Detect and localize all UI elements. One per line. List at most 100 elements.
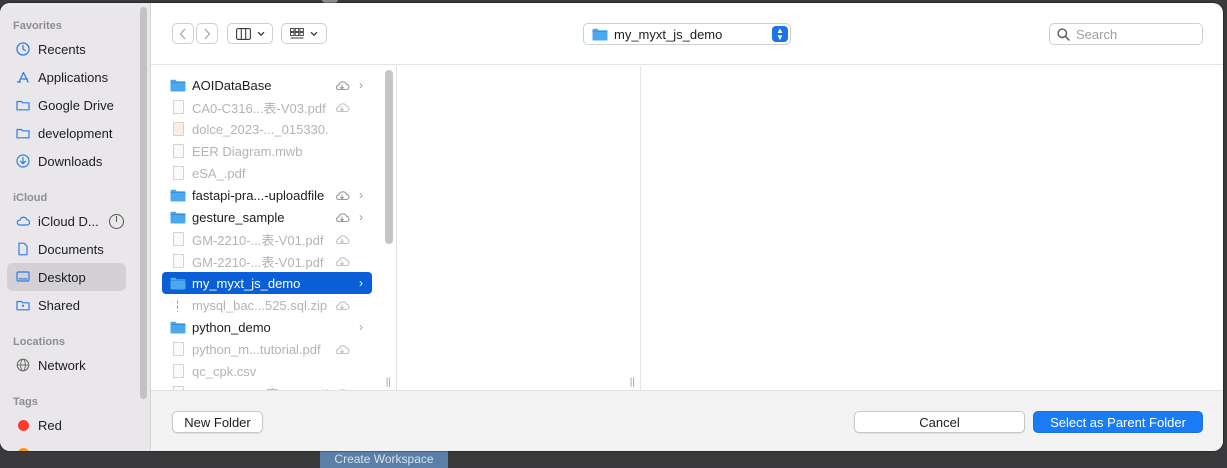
folder-icon bbox=[170, 277, 186, 290]
group-by-button[interactable] bbox=[281, 23, 327, 44]
file-icon bbox=[170, 100, 186, 114]
sidebar-item-documents[interactable]: Documents bbox=[7, 235, 126, 263]
file-name: GM-2210-...表-V01.pdf bbox=[192, 254, 324, 270]
search-input[interactable] bbox=[1076, 26, 1194, 42]
sidebar-section-locations: Locations bbox=[13, 336, 65, 348]
back-button[interactable] bbox=[172, 23, 194, 44]
sidebar-item-shared[interactable]: Shared bbox=[7, 291, 126, 319]
file-name: mysql_bac...525.sql.zip bbox=[192, 297, 328, 313]
sidebar-item-label: iCloud D... bbox=[38, 213, 99, 229]
desktop-icon bbox=[16, 270, 30, 284]
cloud-download-icon[interactable] bbox=[334, 211, 350, 223]
sidebar-item-icloud-drive[interactable]: iCloud D... bbox=[7, 207, 126, 235]
file-name: GM-2210-...表-V01.pdf bbox=[192, 232, 324, 248]
cloud-download-icon[interactable] bbox=[334, 79, 350, 91]
dialog-footer: New Folder Cancel Select as Parent Folde… bbox=[151, 390, 1223, 451]
clock-icon bbox=[16, 42, 30, 56]
sidebar-item-tag-red[interactable]: Red bbox=[7, 411, 126, 439]
file-row[interactable]: EER Diagram.mwb bbox=[162, 140, 372, 162]
folder-icon bbox=[16, 98, 30, 112]
file-name: CA0-C316...表-V03.pdf bbox=[192, 100, 326, 116]
file-row[interactable]: python_m...tutorial.pdf bbox=[162, 338, 372, 360]
chevron-left-icon bbox=[179, 28, 186, 39]
folder-icon bbox=[170, 79, 186, 92]
chevron-right-icon bbox=[204, 28, 211, 39]
cloud-download-icon[interactable] bbox=[334, 255, 350, 267]
sidebar-item-tag-next[interactable] bbox=[7, 439, 126, 451]
folder-icon bbox=[170, 321, 186, 334]
file-name: python_m...tutorial.pdf bbox=[192, 341, 321, 357]
sidebar-item-label: Applications bbox=[38, 69, 109, 85]
sidebar: Favorites Recents Applications Google Dr… bbox=[0, 3, 151, 451]
file-row[interactable]: GM-2210-...表-V01.pdf bbox=[162, 228, 372, 250]
toolbar: my_myxt_js_demo ▲ ▼ bbox=[151, 3, 1223, 65]
cloud-icon bbox=[16, 214, 30, 228]
sidebar-item-recents[interactable]: Recents bbox=[7, 35, 126, 63]
sidebar-item-desktop[interactable]: Desktop bbox=[7, 263, 126, 291]
search-field[interactable] bbox=[1049, 23, 1203, 45]
file-row[interactable]: fastapi-pra...-uploadfile › bbox=[162, 184, 372, 206]
folder-icon bbox=[592, 28, 608, 40]
folder-icon bbox=[170, 211, 186, 224]
browser-column-1: AOIDataBase › CA0-C316...表-V03.pdf dolce_20… bbox=[151, 66, 397, 402]
file-row[interactable]: qc_cpk.csv bbox=[162, 360, 372, 382]
chevron-right-icon: › bbox=[359, 320, 363, 334]
file-icon bbox=[170, 122, 186, 136]
file-row[interactable]: eSA_.pdf bbox=[162, 162, 372, 184]
sidebar-item-downloads[interactable]: Downloads bbox=[7, 147, 126, 175]
file-row[interactable]: gesture_sample › bbox=[162, 206, 372, 228]
globe-icon bbox=[16, 358, 30, 372]
new-folder-button[interactable]: New Folder bbox=[172, 411, 263, 433]
search-icon bbox=[1057, 27, 1070, 41]
forward-button[interactable] bbox=[196, 23, 218, 44]
cloud-download-icon[interactable] bbox=[334, 233, 350, 245]
chevron-right-icon: › bbox=[359, 210, 363, 224]
location-popup-button[interactable]: my_myxt_js_demo ▲ ▼ bbox=[583, 23, 791, 45]
chevron-right-icon: › bbox=[359, 188, 363, 202]
file-name: EER Diagram.mwb bbox=[192, 143, 303, 159]
document-icon bbox=[16, 242, 30, 256]
sidebar-item-applications[interactable]: Applications bbox=[7, 63, 126, 91]
download-icon bbox=[16, 154, 30, 168]
sync-progress-icon bbox=[108, 213, 124, 229]
sidebar-section-icloud: iCloud bbox=[13, 192, 48, 204]
sidebar-item-label: Recents bbox=[38, 41, 86, 57]
column-resize-handle[interactable]: || bbox=[386, 377, 391, 388]
select-parent-folder-button[interactable]: Select as Parent Folder bbox=[1033, 411, 1203, 433]
sidebar-item-development[interactable]: development bbox=[7, 119, 126, 147]
sidebar-item-network[interactable]: Network bbox=[7, 351, 126, 379]
column-resize-handle[interactable]: || bbox=[630, 377, 635, 388]
file-row[interactable]: my_myxt_js_demo › bbox=[162, 272, 372, 294]
cloud-download-icon[interactable] bbox=[334, 343, 350, 355]
cancel-button[interactable]: Cancel bbox=[854, 411, 1025, 433]
chevron-down-icon bbox=[257, 31, 264, 36]
view-mode-button[interactable] bbox=[227, 23, 273, 44]
applications-icon bbox=[16, 70, 30, 84]
chevron-right-icon: › bbox=[359, 276, 363, 290]
cloud-download-icon[interactable] bbox=[334, 101, 350, 113]
column-scrollbar[interactable] bbox=[385, 70, 393, 244]
cloud-download-icon[interactable] bbox=[334, 189, 350, 201]
popup-stepper-icon: ▲ ▼ bbox=[772, 26, 788, 42]
file-row[interactable]: python_demo › bbox=[162, 316, 372, 338]
file-name: python_demo bbox=[192, 319, 271, 335]
file-name: AOIDataBase bbox=[192, 77, 272, 93]
file-name: gesture_sample bbox=[192, 209, 285, 225]
file-name: dolce_2023-..._015330.sql bbox=[192, 121, 328, 137]
orange-tag-icon bbox=[16, 446, 30, 451]
file-icon bbox=[170, 364, 186, 378]
red-tag-icon bbox=[16, 418, 30, 432]
grid-icon bbox=[290, 27, 304, 38]
file-name: fastapi-pra...-uploadfile bbox=[192, 187, 325, 203]
sidebar-item-label: Red bbox=[38, 417, 62, 433]
file-row[interactable]: mysql_bac...525.sql.zip bbox=[162, 294, 372, 316]
file-row[interactable]: CA0-C316...表-V03.pdf bbox=[162, 96, 372, 118]
file-row[interactable]: dolce_2023-..._015330.sql bbox=[162, 118, 372, 140]
file-row[interactable]: AOIDataBase › bbox=[162, 74, 372, 96]
sidebar-item-label: Google Drive bbox=[38, 97, 114, 113]
sidebar-section-tags: Tags bbox=[13, 396, 38, 408]
file-row[interactable]: GM-2210-...表-V01.pdf bbox=[162, 250, 372, 272]
sidebar-scrollbar[interactable] bbox=[140, 7, 147, 399]
sidebar-item-google-drive[interactable]: Google Drive bbox=[7, 91, 126, 119]
cloud-download-icon[interactable] bbox=[334, 299, 350, 311]
